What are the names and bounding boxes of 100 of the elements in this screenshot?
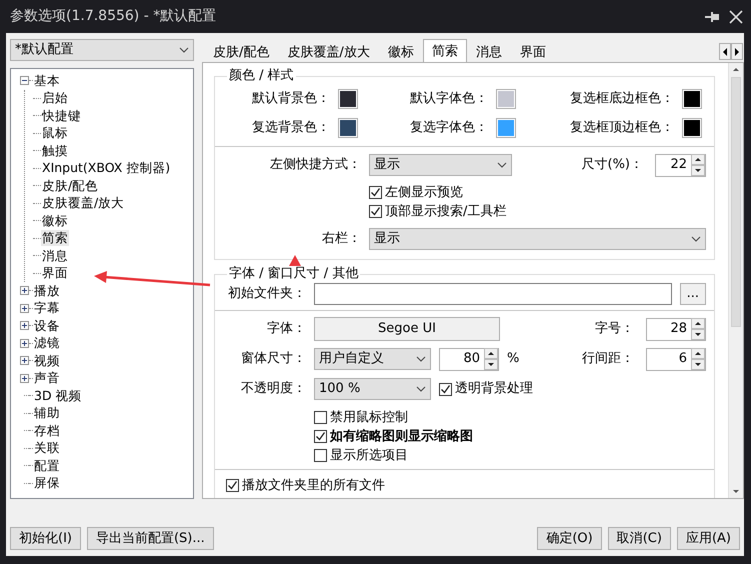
field-label: 初始文件夹： bbox=[227, 285, 306, 304]
tree-item[interactable]: 设备 bbox=[33, 318, 61, 334]
tree-item[interactable]: 触摸 bbox=[41, 142, 69, 159]
checkbox[interactable] bbox=[369, 205, 382, 218]
pin-icon[interactable] bbox=[705, 10, 721, 22]
tree-item[interactable]: 播放 bbox=[33, 282, 61, 299]
chevron-icon bbox=[497, 162, 507, 168]
checkbox-label[interactable]: 透明背景处理 bbox=[455, 379, 533, 399]
color-swatch[interactable] bbox=[682, 88, 702, 108]
profile-dropdown[interactable]: *默认配置 bbox=[10, 39, 194, 61]
checkbox-label[interactable]: 禁用鼠标控制 bbox=[330, 408, 408, 428]
tree-item[interactable]: 简索 bbox=[41, 230, 69, 246]
checkbox-label[interactable]: 左侧显示预览 bbox=[385, 182, 463, 202]
dropdown[interactable]: 显示 bbox=[369, 154, 512, 176]
checkbox[interactable] bbox=[314, 411, 327, 424]
color-label: 复选字体色： bbox=[409, 118, 488, 137]
spin-up-icon[interactable] bbox=[691, 318, 705, 329]
tree-item[interactable]: 快捷键 bbox=[41, 108, 82, 124]
number-field[interactable]: 22 bbox=[655, 154, 706, 176]
color-label: 复选框顶边框色： bbox=[569, 118, 674, 137]
tree-item[interactable]: 3D 视频 bbox=[33, 388, 83, 404]
checkbox-label[interactable]: 如有缩略图则显示缩略图 bbox=[330, 426, 473, 446]
tree-item[interactable]: 辅助 bbox=[33, 405, 61, 422]
expand-icon[interactable] bbox=[20, 286, 29, 296]
number-field[interactable]: 80 bbox=[439, 348, 499, 370]
tree-item[interactable]: 鼠标 bbox=[41, 125, 69, 142]
tree-item[interactable]: 字幕 bbox=[33, 300, 61, 316]
expand-icon[interactable] bbox=[20, 356, 29, 366]
checkbox-label[interactable]: 顶部显示搜索/工具栏 bbox=[385, 202, 506, 222]
tree-item[interactable]: 界面 bbox=[41, 265, 69, 282]
tree-item[interactable]: XInput(XBOX 控制器) bbox=[41, 160, 172, 176]
tab[interactable]: 简索 bbox=[422, 39, 467, 62]
checkbox[interactable] bbox=[314, 449, 327, 462]
tab[interactable]: 徽标 bbox=[378, 41, 423, 62]
right-arrow-icon bbox=[734, 48, 740, 56]
browse-button[interactable]: ... bbox=[680, 283, 706, 305]
tree-item[interactable]: 徽标 bbox=[41, 212, 69, 229]
spin-down-icon[interactable] bbox=[691, 329, 705, 340]
checkbox[interactable] bbox=[439, 382, 452, 396]
tree-item[interactable]: 存档 bbox=[33, 422, 61, 439]
scrollbar[interactable] bbox=[728, 63, 743, 498]
scroll-right-button[interactable] bbox=[731, 43, 743, 60]
collapse-icon[interactable] bbox=[20, 76, 29, 86]
number-field[interactable]: 28 bbox=[646, 318, 706, 340]
dropdown[interactable]: 显示 bbox=[369, 228, 706, 250]
spin-up-icon[interactable] bbox=[484, 348, 498, 359]
tree-item[interactable]: 视频 bbox=[33, 352, 61, 369]
dropdown[interactable]: 100 % bbox=[314, 378, 431, 400]
scroll-left-button[interactable] bbox=[719, 43, 731, 60]
tree-item[interactable]: 消息 bbox=[41, 248, 69, 264]
spin-up-icon[interactable] bbox=[691, 154, 705, 165]
tree-item[interactable]: 启始 bbox=[41, 90, 69, 106]
expand-icon[interactable] bbox=[20, 374, 29, 383]
footer-button[interactable]: 应用(A) bbox=[676, 527, 740, 550]
tab[interactable]: 消息 bbox=[466, 41, 511, 62]
color-swatch[interactable] bbox=[496, 118, 516, 138]
tree-item[interactable]: 关联 bbox=[33, 440, 61, 456]
spin-down-icon[interactable] bbox=[691, 359, 705, 370]
tree-item[interactable]: 滤镜 bbox=[33, 335, 61, 352]
color-swatch[interactable] bbox=[338, 118, 358, 138]
field-label: 行间距： bbox=[582, 350, 634, 368]
footer-button[interactable]: 导出当前配置(S)... bbox=[86, 527, 214, 550]
tree-item[interactable]: 屏保 bbox=[33, 475, 61, 492]
tab[interactable]: 皮肤覆盖/放大 bbox=[278, 41, 379, 62]
tab[interactable]: 界面 bbox=[510, 41, 555, 62]
window-title: 参数选项(1.7.8556) - *默认配置 bbox=[10, 7, 216, 26]
footer-button[interactable]: 取消(C) bbox=[608, 527, 671, 550]
chevron-icon bbox=[416, 356, 426, 362]
color-swatch[interactable] bbox=[682, 118, 702, 138]
expand-icon[interactable] bbox=[20, 321, 29, 330]
close-icon[interactable] bbox=[729, 10, 743, 24]
spin-up-icon[interactable] bbox=[691, 348, 705, 359]
color-swatch[interactable] bbox=[338, 88, 358, 108]
unit-label: % bbox=[507, 350, 520, 368]
footer-button[interactable]: 初始化(I) bbox=[10, 527, 81, 550]
footer-button[interactable]: 确定(O) bbox=[537, 527, 602, 550]
number-field[interactable]: 6 bbox=[646, 348, 706, 370]
tree-item[interactable]: 基本 bbox=[33, 72, 61, 89]
group-title: 颜色 / 样式 bbox=[228, 68, 295, 84]
expand-icon[interactable] bbox=[20, 304, 29, 313]
font-button[interactable]: Segoe UI bbox=[314, 317, 500, 341]
checkbox[interactable] bbox=[369, 186, 382, 199]
chevron-icon bbox=[179, 47, 189, 53]
expand-icon[interactable] bbox=[20, 338, 29, 348]
dropdown[interactable]: 用户自定义 bbox=[314, 348, 431, 370]
folder-input[interactable] bbox=[314, 283, 672, 305]
tab[interactable]: 皮肤/配色 bbox=[204, 41, 278, 62]
tree-item[interactable]: 配置 bbox=[33, 458, 61, 474]
color-swatch[interactable] bbox=[496, 88, 516, 108]
tree-item[interactable]: 声音 bbox=[33, 370, 61, 386]
left-arrow-icon bbox=[722, 48, 728, 56]
tree-item[interactable]: 皮肤覆盖/放大 bbox=[41, 195, 126, 212]
checkbox-label[interactable]: 显示所选项目 bbox=[330, 446, 408, 466]
spin-down-icon[interactable] bbox=[691, 165, 705, 176]
field-label: 不透明度： bbox=[240, 380, 306, 398]
tree-item[interactable]: 皮肤/配色 bbox=[41, 178, 100, 194]
spin-down-icon[interactable] bbox=[484, 359, 498, 370]
checkbox[interactable] bbox=[314, 430, 327, 443]
checkbox-label[interactable]: 播放文件夹里的所有文件 bbox=[242, 476, 385, 496]
checkbox[interactable] bbox=[226, 479, 239, 492]
